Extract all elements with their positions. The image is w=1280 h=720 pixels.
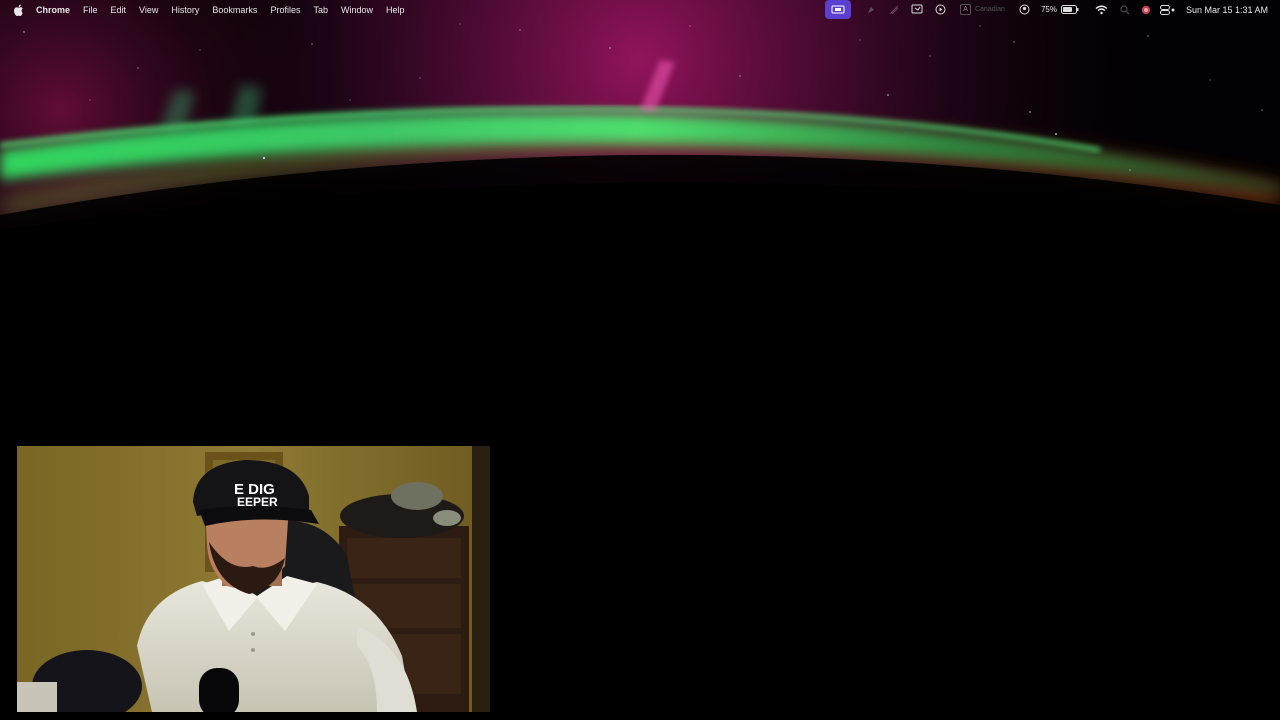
- user-icon[interactable]: [1019, 0, 1031, 19]
- keyboard-layout-label[interactable]: Canadian: [975, 6, 1005, 13]
- menu-profiles[interactable]: Profiles: [270, 5, 300, 15]
- apple-logo-icon[interactable]: [12, 0, 26, 19]
- search-icon[interactable]: [1119, 0, 1131, 19]
- menu-view[interactable]: View: [139, 5, 158, 15]
- play-icon[interactable]: [934, 0, 946, 19]
- account-dot-icon[interactable]: [1140, 0, 1152, 19]
- active-app-name[interactable]: Chrome: [36, 5, 70, 15]
- control-center-icon[interactable]: [1159, 0, 1176, 19]
- screen-share-icon[interactable]: [825, 0, 852, 19]
- battery-icon[interactable]: [1060, 0, 1079, 19]
- cap-text-line2: EEPER: [237, 495, 278, 509]
- screen-record-icon[interactable]: [911, 0, 923, 19]
- menu-window[interactable]: Window: [341, 5, 373, 15]
- menu-help[interactable]: Help: [386, 5, 405, 15]
- menu-edit[interactable]: Edit: [111, 5, 127, 15]
- rocket-icon[interactable]: [865, 0, 877, 19]
- menu-bookmarks[interactable]: Bookmarks: [212, 5, 257, 15]
- menu-bar: Chrome File Edit View History Bookmarks …: [0, 0, 1280, 19]
- keyboard-input-icon[interactable]: A: [960, 4, 971, 15]
- status-area: A Canadian 75% Sun Mar 15 1:31 AM: [825, 0, 1268, 19]
- wifi-icon[interactable]: [1095, 0, 1109, 19]
- battery-percent: 75%: [1040, 5, 1057, 14]
- menu-file[interactable]: File: [83, 5, 98, 15]
- menu-tab[interactable]: Tab: [313, 5, 328, 15]
- menu-history[interactable]: History: [171, 5, 199, 15]
- menu-bar-clock[interactable]: Sun Mar 15 1:31 AM: [1186, 5, 1268, 15]
- webcam-overlay[interactable]: E DIG EEPER: [17, 446, 490, 712]
- stage-manager-icon[interactable]: [888, 0, 900, 19]
- desktop: Chrome File Edit View History Bookmarks …: [0, 0, 1280, 720]
